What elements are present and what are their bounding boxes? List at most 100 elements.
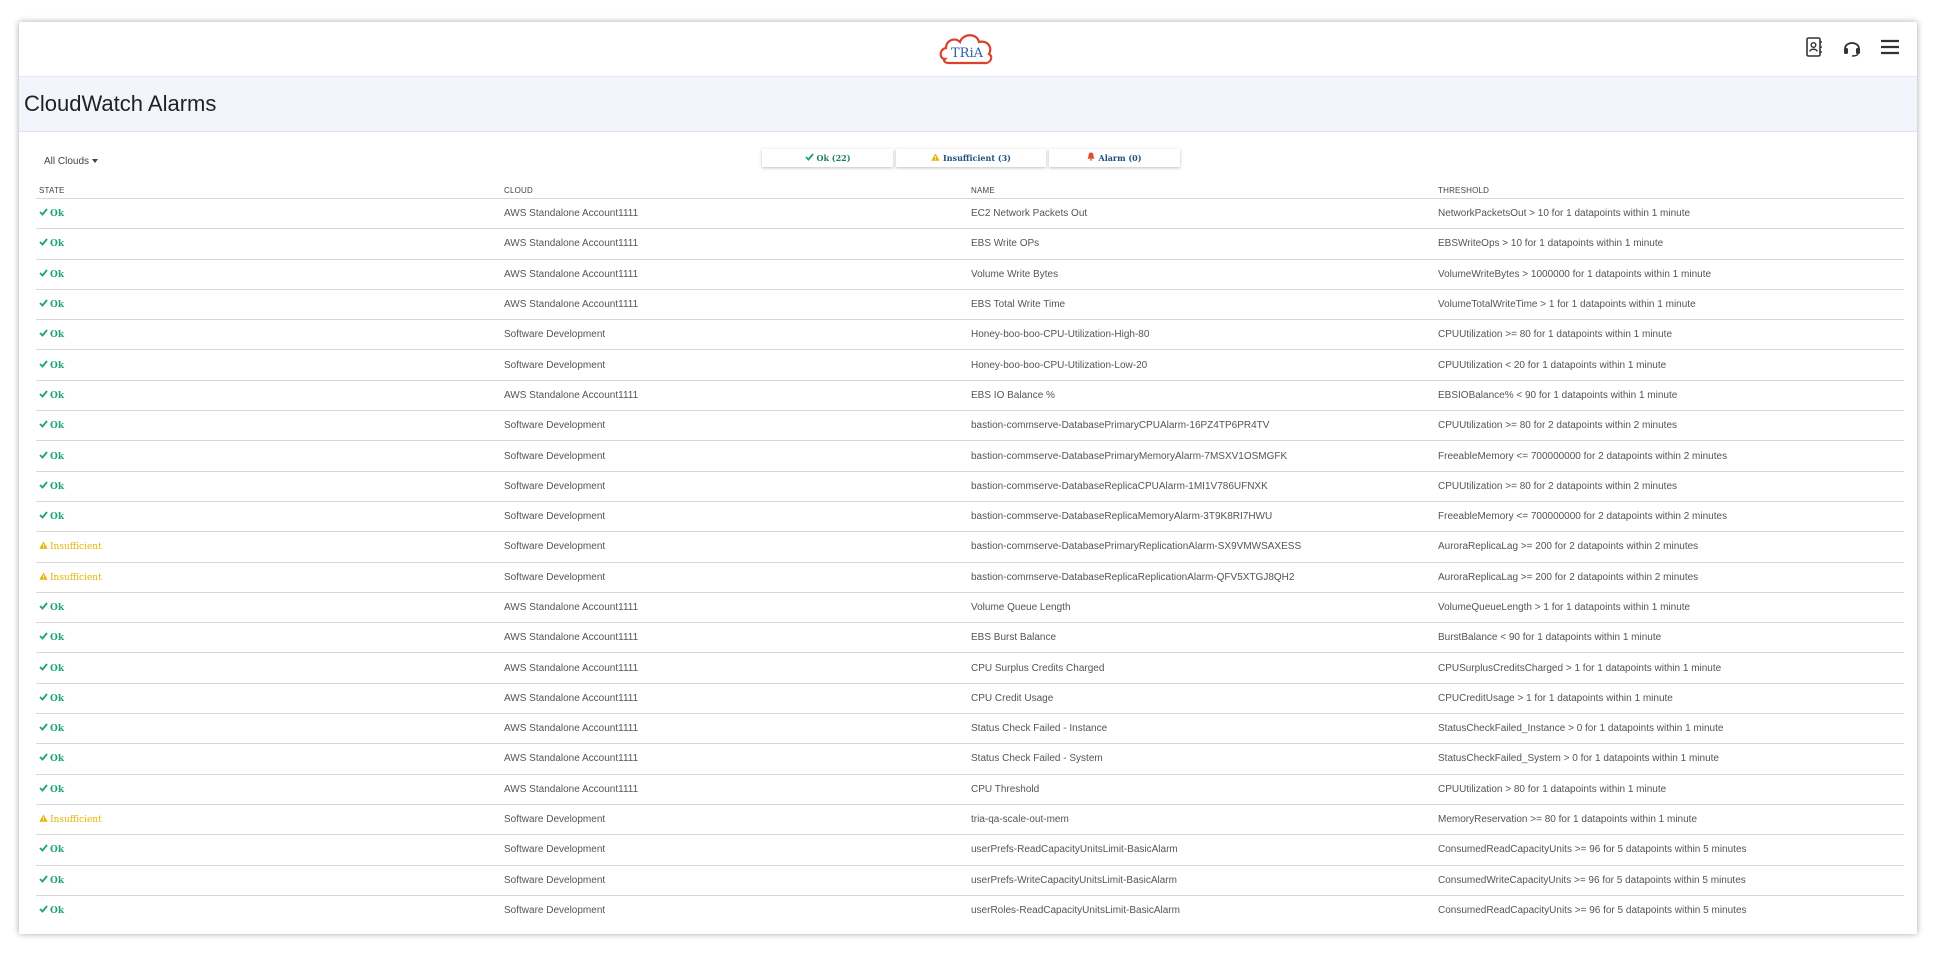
state-badge: Ok <box>39 390 64 401</box>
name-cell: Volume Write Bytes <box>971 268 1059 280</box>
table-row[interactable]: Ok AWS Standalone Account1111 EC2 Networ… <box>36 198 1904 228</box>
table-row[interactable]: Ok AWS Standalone Account1111 CPU Surplu… <box>36 652 1904 682</box>
state-label: Ok <box>50 905 65 916</box>
table-row[interactable]: Ok AWS Standalone Account1111 Status Che… <box>36 743 1904 773</box>
warning-icon <box>39 572 48 583</box>
table-row[interactable]: Ok AWS Standalone Account1111 Volume Que… <box>36 591 1904 622</box>
table-row[interactable]: Ok AWS Standalone Account1111 EBS IO Bal… <box>36 379 1904 410</box>
checkmark-icon <box>39 784 48 795</box>
state-label: Ok <box>50 724 65 735</box>
state-label: Ok <box>50 451 65 462</box>
top-navbar: TRiA <box>19 22 1917 77</box>
state-label: Insufficient <box>50 572 102 583</box>
filter-alarm-button[interactable]: Alarm (0) <box>1049 149 1180 167</box>
checkmark-icon <box>39 875 48 886</box>
table-row[interactable]: Ok AWS Standalone Account1111 EBS Write … <box>36 228 1904 258</box>
state-label: Ok <box>50 663 65 674</box>
bell-icon <box>1087 149 1095 167</box>
table-row[interactable]: Ok Software Development Honey-boo-boo-CP… <box>36 349 1904 379</box>
threshold-cell: CPUCreditUsage > 1 for 1 datapoints with… <box>1438 692 1673 704</box>
name-cell: EBS IO Balance % <box>971 389 1055 401</box>
threshold-cell: EBSIOBalance% < 90 for 1 datapoints with… <box>1438 389 1678 401</box>
name-cell: CPU Surplus Credits Charged <box>971 662 1105 674</box>
name-cell: Status Check Failed - System <box>971 753 1103 765</box>
tria-logo[interactable]: TRiA <box>937 27 997 69</box>
state-badge: Ok <box>39 420 64 431</box>
table-row[interactable]: Ok Software Development bastion-commserv… <box>36 440 1904 470</box>
cloud-cell: Software Development <box>504 329 606 341</box>
table-row[interactable]: Insufficient Software Development bastio… <box>36 531 1904 561</box>
threshold-cell: ConsumedReadCapacityUnits >= 96 for 5 da… <box>1438 904 1747 916</box>
column-header-name[interactable]: NAME <box>968 186 1435 195</box>
filter-insufficient-button[interactable]: Insufficient (3) <box>896 149 1046 167</box>
table-row[interactable]: Ok AWS Standalone Account1111 EBS Total … <box>36 288 1904 319</box>
state-label: Insufficient <box>50 542 102 553</box>
cloud-cell: Software Development <box>504 420 606 432</box>
threshold-cell: VolumeQueueLength > 1 for 1 datapoints w… <box>1438 602 1691 613</box>
cloud-cell: AWS Standalone Account1111 <box>504 662 639 674</box>
state-label: Ok <box>50 512 65 523</box>
cloud-cell: Software Development <box>504 844 606 856</box>
table-row[interactable]: Ok Software Development Honey-boo-boo-CP… <box>36 319 1904 349</box>
page-title: CloudWatch Alarms <box>24 91 217 116</box>
cloud-cell: AWS Standalone Account1111 <box>504 632 639 644</box>
headset-icon[interactable] <box>1841 36 1863 58</box>
cloud-logo-icon: TRiA <box>939 34 993 65</box>
name-cell: userPrefs-WriteCapacityUnitsLimit-BasicA… <box>971 874 1177 886</box>
filter-ok-label: Ok (22) <box>816 153 851 163</box>
table-row[interactable]: Ok Software Development userRoles-ReadCa… <box>36 894 1904 925</box>
state-badge: Ok <box>39 208 65 220</box>
column-header-threshold[interactable]: THRESHOLD <box>1435 186 1904 195</box>
name-cell: userPrefs-ReadCapacityUnitsLimit-BasicAl… <box>971 844 1178 856</box>
state-badge: Insufficient <box>39 541 102 553</box>
table-row[interactable]: Insufficient Software Development tria-q… <box>36 803 1904 834</box>
cloud-cell: Software Development <box>504 571 606 583</box>
filter-alarm-label: Alarm (0) <box>1098 153 1142 163</box>
name-cell: CPU Threshold <box>971 783 1040 795</box>
state-badge: Ok <box>39 602 64 613</box>
cloud-filter-dropdown[interactable]: All Clouds <box>44 156 99 167</box>
hamburger-menu-icon[interactable] <box>1879 36 1901 58</box>
table-row[interactable]: Insufficient Software Development bastio… <box>36 561 1904 592</box>
checkmark-icon <box>39 450 48 462</box>
checkmark-icon <box>39 390 48 401</box>
contact-book-icon[interactable] <box>1803 36 1825 58</box>
warning-icon <box>931 149 940 167</box>
table-row[interactable]: Ok AWS Standalone Account1111 CPU Thresh… <box>36 773 1904 804</box>
table-row[interactable]: Ok AWS Standalone Account1111 Volume Wri… <box>36 258 1904 289</box>
state-badge: Ok <box>39 844 64 855</box>
checkmark-icon <box>39 602 48 613</box>
warning-icon <box>39 541 48 552</box>
state-badge: Ok <box>39 299 65 311</box>
cloud-cell: Software Development <box>504 904 606 916</box>
filter-ok-button[interactable]: Ok (22) <box>762 149 893 167</box>
state-badge: Ok <box>39 784 65 795</box>
state-label: Ok <box>50 300 65 311</box>
threshold-cell: ConsumedWriteCapacityUnits >= 96 for 5 d… <box>1438 874 1746 886</box>
column-header-state[interactable]: STATE <box>36 186 501 195</box>
checkmark-icon <box>39 269 48 280</box>
state-label: Ok <box>50 360 65 371</box>
table-row[interactable]: Ok Software Development bastion-commserv… <box>36 500 1904 531</box>
cloud-cell: AWS Standalone Account1111 <box>504 783 639 795</box>
table-row[interactable]: Ok AWS Standalone Account1111 CPU Credit… <box>36 682 1904 713</box>
state-label: Ok <box>50 784 65 795</box>
table-row[interactable]: Ok Software Development bastion-commserv… <box>36 410 1904 440</box>
app-window: TRiA CloudWatch Alarms All Clouds Ok (22… <box>19 22 1917 934</box>
cloud-cell: AWS Standalone Account1111 <box>504 268 639 280</box>
column-header-cloud[interactable]: CLOUD <box>501 186 968 195</box>
filter-insufficient-label: Insufficient (3) <box>943 153 1011 163</box>
state-label: Ok <box>50 481 65 492</box>
cloud-cell: AWS Standalone Account1111 <box>504 389 639 401</box>
table-row[interactable]: Ok AWS Standalone Account1111 Status Che… <box>36 713 1904 743</box>
threshold-cell: CPUUtilization >= 80 for 2 datapoints wi… <box>1438 480 1678 492</box>
name-cell: Status Check Failed - Instance <box>971 723 1108 735</box>
table-row[interactable]: Ok Software Development userPrefs-ReadCa… <box>36 834 1904 864</box>
checkmark-icon <box>39 723 48 734</box>
alarms-table: STATE CLOUD NAME THRESHOLD Ok AWS Standa… <box>36 182 1904 925</box>
state-label: Ok <box>50 754 65 765</box>
table-row[interactable]: Ok Software Development bastion-commserv… <box>36 470 1904 501</box>
table-row[interactable]: Ok AWS Standalone Account1111 EBS Burst … <box>36 622 1904 652</box>
state-label: Ok <box>50 209 65 220</box>
table-row[interactable]: Ok Software Development userPrefs-WriteC… <box>36 864 1904 895</box>
